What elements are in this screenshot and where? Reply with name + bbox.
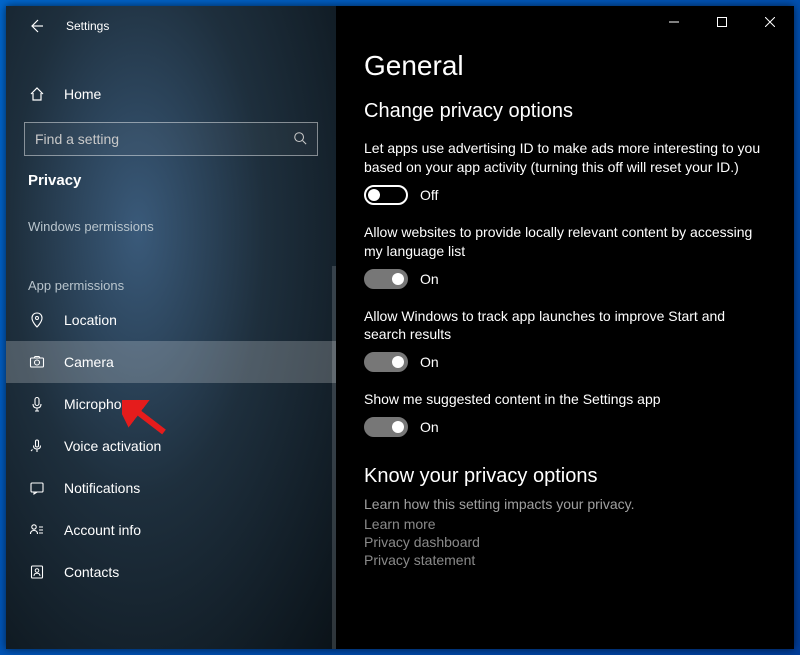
option-desc: Let apps use advertising ID to make ads …	[364, 139, 766, 177]
sidebar-item-home[interactable]: Home	[6, 74, 336, 114]
minimize-button[interactable]	[650, 6, 698, 38]
microphone-icon	[28, 396, 46, 412]
option-desc: Allow websites to provide locally releva…	[364, 223, 766, 261]
search-input[interactable]: Find a setting	[24, 122, 318, 156]
sidebar-item-location[interactable]: Location	[6, 299, 336, 341]
window-controls	[650, 6, 794, 38]
option-desc: Show me suggested content in the Setting…	[364, 390, 766, 409]
know-title: Know your privacy options	[364, 465, 766, 488]
section-title: Change privacy options	[364, 100, 766, 123]
toggle-language-list[interactable]	[364, 269, 408, 289]
search-placeholder: Find a setting	[35, 131, 119, 147]
voice-icon	[28, 438, 46, 454]
contacts-icon	[28, 564, 46, 580]
settings-window: Settings Home Find a setting Privacy Win…	[6, 6, 794, 649]
know-sub: Learn how this setting impacts your priv…	[364, 496, 766, 512]
sidebar-item-label: Microphone	[64, 396, 137, 412]
sidebar: Settings Home Find a setting Privacy Win…	[6, 6, 336, 649]
back-button[interactable]	[24, 14, 48, 38]
sidebar-item-label: Location	[64, 312, 117, 328]
sidebar-item-label: Account info	[64, 522, 141, 538]
toggle-suggested-content[interactable]	[364, 417, 408, 437]
home-icon	[28, 86, 46, 102]
toggle-state: On	[420, 419, 439, 435]
maximize-button[interactable]	[698, 6, 746, 38]
app-title: Settings	[66, 19, 109, 33]
sidebar-item-label: Voice activation	[64, 438, 161, 454]
close-button[interactable]	[746, 6, 794, 38]
category-title: Privacy	[6, 156, 336, 197]
main-pane: General Change privacy options Let apps …	[336, 6, 794, 649]
titlebar: Settings	[6, 6, 336, 46]
search-icon	[293, 131, 307, 148]
page-title: General	[364, 50, 766, 82]
notifications-icon	[28, 480, 46, 496]
option-suggested-content: Show me suggested content in the Setting…	[364, 390, 766, 437]
location-icon	[28, 312, 46, 328]
option-advertising-id: Let apps use advertising ID to make ads …	[364, 139, 766, 205]
sidebar-item-voice-activation[interactable]: Voice activation	[6, 425, 336, 467]
option-language-list: Allow websites to provide locally releva…	[364, 223, 766, 289]
account-icon	[28, 522, 46, 538]
toggle-state: On	[420, 354, 439, 370]
link-privacy-dashboard[interactable]: Privacy dashboard	[364, 534, 766, 550]
option-desc: Allow Windows to track app launches to i…	[364, 307, 766, 345]
home-label: Home	[64, 86, 101, 102]
option-track-app-launches: Allow Windows to track app launches to i…	[364, 307, 766, 373]
know-privacy-section: Know your privacy options Learn how this…	[364, 465, 766, 568]
toggle-state: Off	[420, 187, 438, 203]
toggle-state: On	[420, 271, 439, 287]
toggle-track-app-launches[interactable]	[364, 352, 408, 372]
camera-icon	[28, 354, 46, 370]
section-header-app-permissions: App permissions	[6, 240, 336, 299]
link-privacy-statement[interactable]: Privacy statement	[364, 552, 766, 568]
sidebar-item-notifications[interactable]: Notifications	[6, 467, 336, 509]
sidebar-item-contacts[interactable]: Contacts	[6, 551, 336, 593]
sidebar-item-account-info[interactable]: Account info	[6, 509, 336, 551]
sidebar-item-label: Contacts	[64, 564, 119, 580]
section-header-windows-permissions[interactable]: Windows permissions	[6, 197, 336, 240]
sidebar-item-camera[interactable]: Camera	[6, 341, 336, 383]
link-learn-more[interactable]: Learn more	[364, 516, 766, 532]
sidebar-item-microphone[interactable]: Microphone	[6, 383, 336, 425]
sidebar-item-label: Notifications	[64, 480, 140, 496]
sidebar-item-label: Camera	[64, 354, 114, 370]
toggle-advertising-id[interactable]	[364, 185, 408, 205]
